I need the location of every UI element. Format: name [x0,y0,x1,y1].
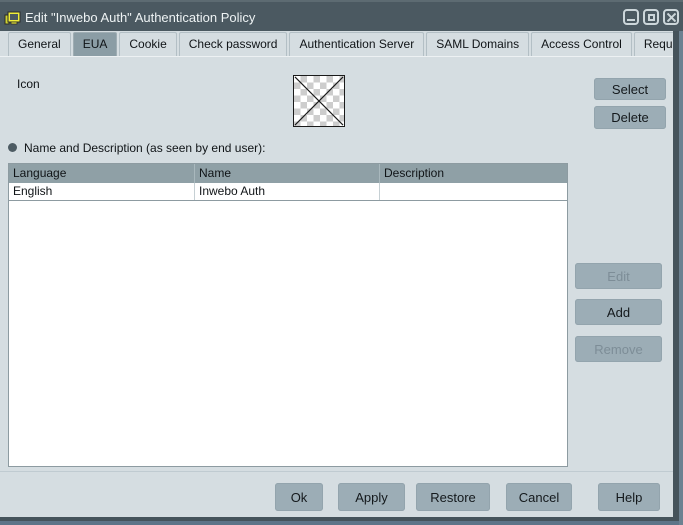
select-button[interactable]: Select [594,78,666,100]
delete-button[interactable]: Delete [594,106,666,129]
table-row[interactable]: English Inwebo Auth [9,183,567,201]
tab-cookie[interactable]: Cookie [119,32,176,56]
help-button[interactable]: Help [598,483,660,511]
footer-divider [0,471,673,472]
close-icon [667,13,676,22]
ok-button[interactable]: Ok [275,483,323,511]
icon-preview-placeholder [293,75,345,127]
tab-bar: General EUA Cookie Check password Authen… [0,31,673,56]
column-header-name[interactable]: Name [194,164,379,183]
column-header-language[interactable]: Language [9,164,194,183]
window-border-right [673,31,679,521]
bullet-icon [8,143,17,152]
add-button[interactable]: Add [575,299,662,325]
maximize-icon [648,14,655,21]
table-header-row: Language Name Description [9,164,567,183]
page-title: Edit "Inwebo Auth" Authentication Policy [25,10,255,25]
dialog-window: Edit "Inwebo Auth" Authentication Policy… [0,0,683,525]
cell-description [379,183,567,200]
restore-button[interactable]: Restore [416,483,490,511]
maximize-button[interactable] [643,9,659,25]
edit-button[interactable]: Edit [575,263,662,289]
tab-saml-domains[interactable]: SAML Domains [426,32,529,56]
apply-button[interactable]: Apply [338,483,405,511]
desktop-background-right [679,31,683,525]
broken-image-x-icon [294,76,344,126]
tab-authentication-server[interactable]: Authentication Server [289,32,424,56]
tab-check-password[interactable]: Check password [179,32,288,56]
cancel-button[interactable]: Cancel [506,483,572,511]
icon-label: Icon [17,77,40,91]
remove-button[interactable]: Remove [575,336,662,362]
minimize-icon [627,19,635,21]
cell-name: Inwebo Auth [194,183,379,200]
cell-language: English [9,183,194,200]
minimize-button[interactable] [623,9,639,25]
tab-access-control[interactable]: Access Control [531,32,632,56]
window-border-bottom [0,517,679,521]
tab-eua[interactable]: EUA [73,32,118,56]
close-button[interactable] [663,9,679,25]
title-bar: Edit "Inwebo Auth" Authentication Policy [0,0,683,33]
tab-general[interactable]: General [8,32,71,56]
app-icon [4,9,22,27]
window-controls [623,9,679,25]
name-description-table: Language Name Description English Inwebo… [8,163,568,467]
name-description-heading: Name and Description (as seen by end use… [24,141,265,155]
column-header-description[interactable]: Description [379,164,567,183]
